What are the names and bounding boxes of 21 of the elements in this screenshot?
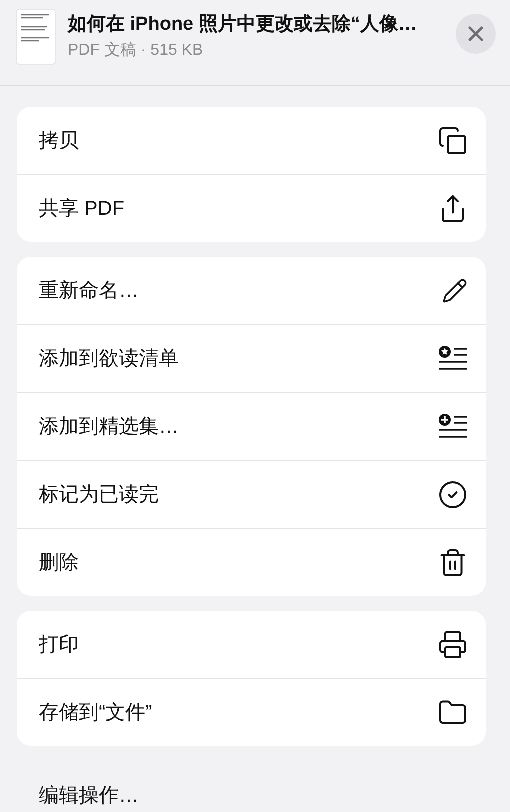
copy-icon [438, 126, 468, 156]
action-item[interactable]: 删除 [39, 549, 79, 576]
trash-icon [438, 548, 468, 578]
action-item[interactable]: 添加到精选集… [39, 413, 179, 440]
printer-icon [438, 630, 468, 660]
document-thumbnail [16, 9, 56, 65]
edit-actions-link[interactable]: 编辑操作… [39, 785, 139, 807]
action-item[interactable]: 标记为已读完 [39, 481, 159, 508]
star-list-icon [438, 344, 468, 372]
action-item[interactable]: 存储到“文件” [39, 699, 152, 726]
document-info: PDF 文稿 · 515 KB [68, 40, 204, 61]
action-item[interactable]: 打印 [39, 631, 79, 658]
pencil-icon [442, 278, 468, 304]
action-item[interactable]: 添加到欲读清单 [39, 345, 179, 372]
action-item[interactable]: 共享 PDF [39, 195, 125, 222]
plus-list-icon [438, 412, 468, 440]
close-button[interactable] [456, 14, 496, 54]
checkmark-circle-icon [438, 480, 468, 510]
action-item[interactable]: 重新命名… [39, 277, 139, 304]
action-item[interactable]: 拷贝 [39, 127, 79, 154]
document-title: 如何在 iPhone 照片中更改或去除“人像… [68, 13, 418, 37]
